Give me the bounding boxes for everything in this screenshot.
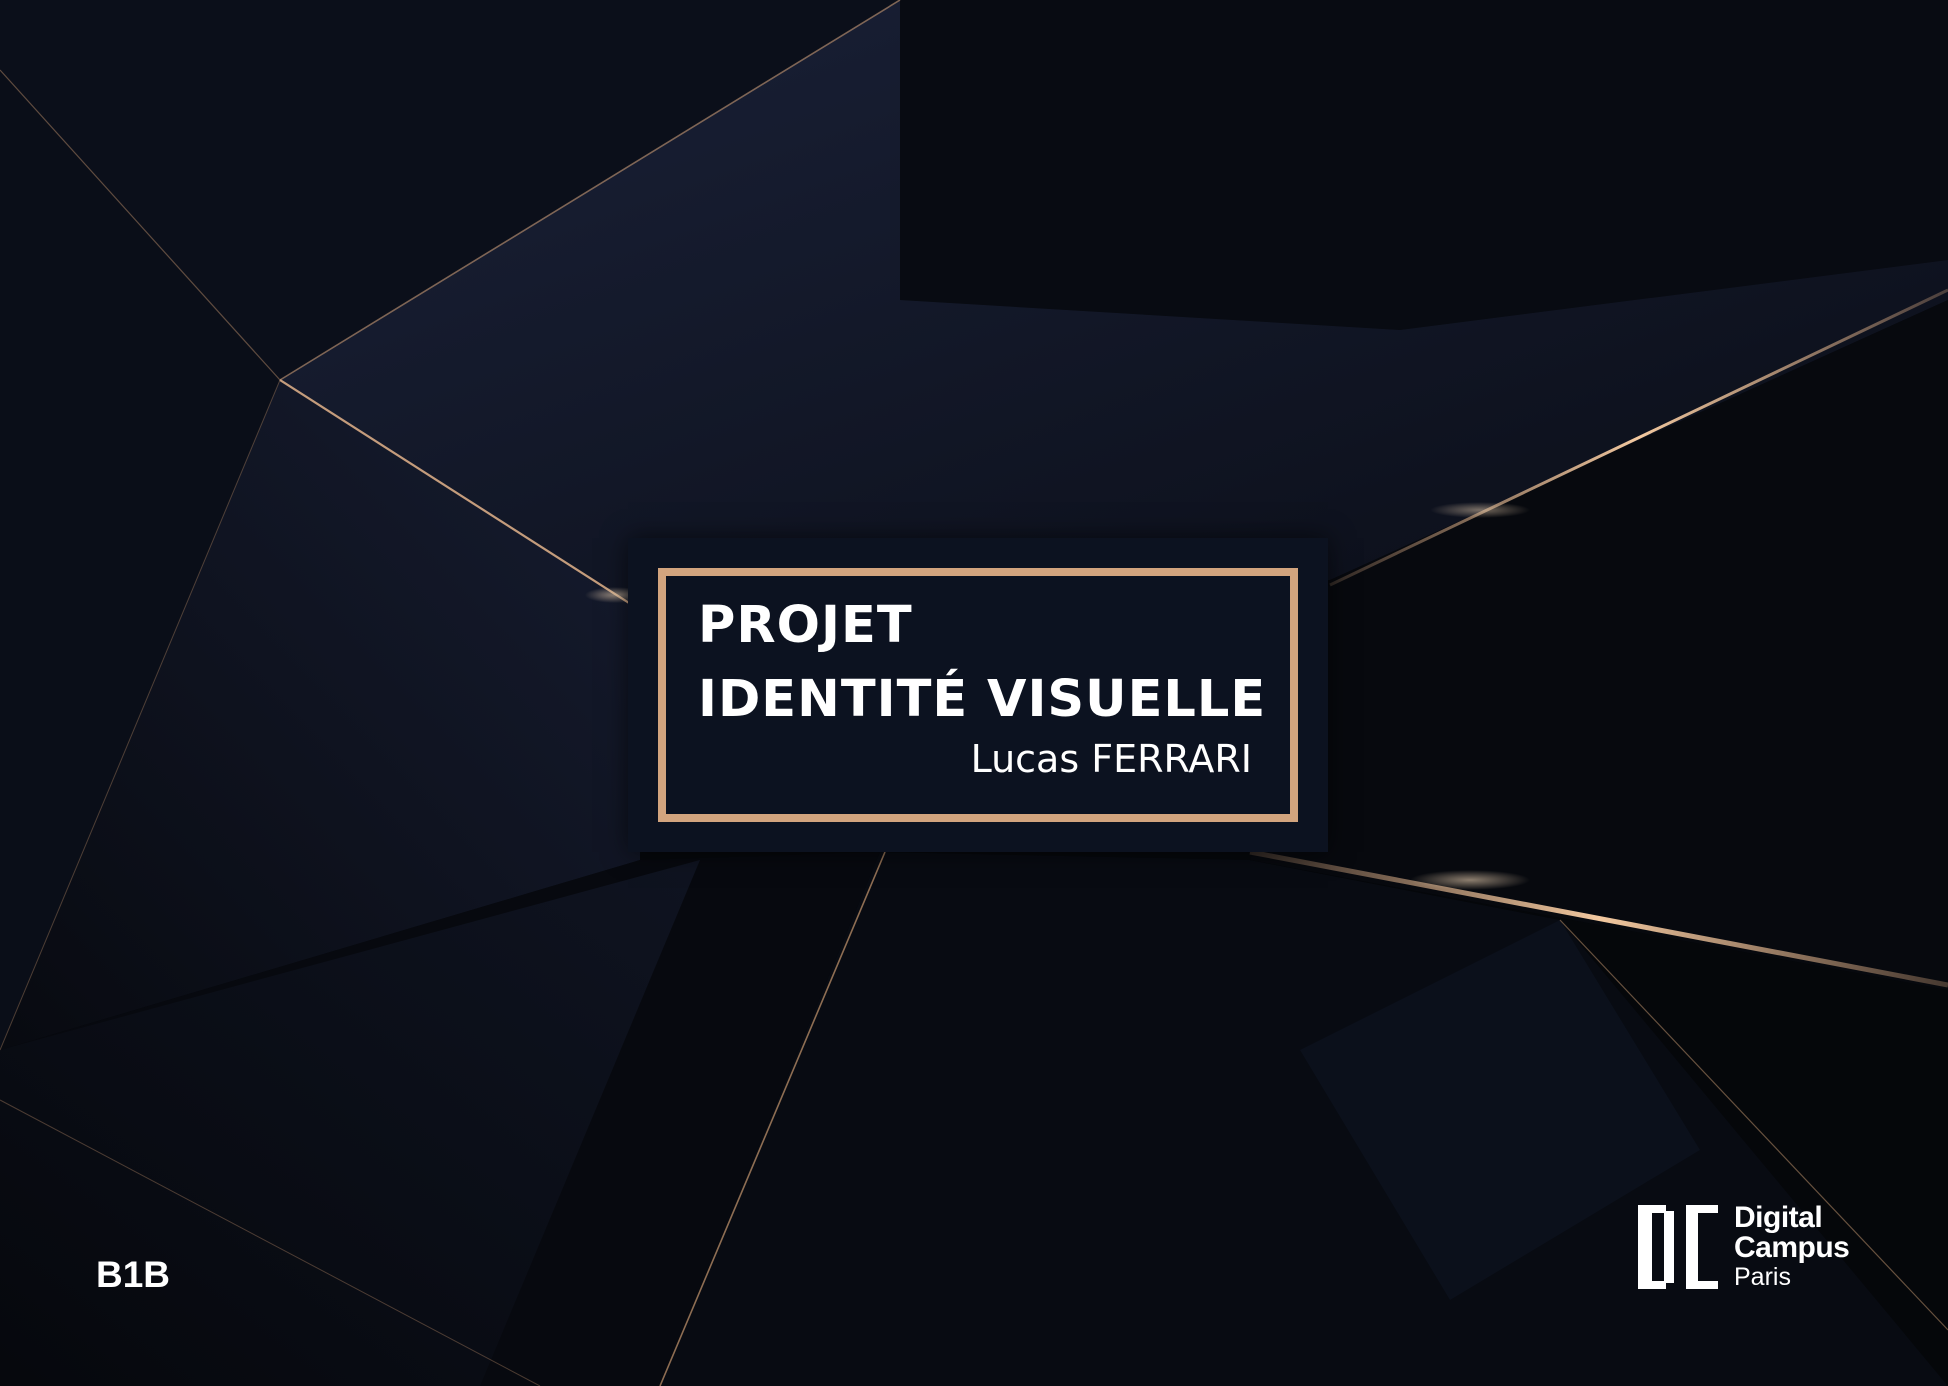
logo-wordmark: Digital Campus Paris xyxy=(1734,1201,1850,1292)
author-last-name: FERRARI xyxy=(1091,737,1252,781)
class-code: B1B xyxy=(96,1254,171,1295)
page-title-line-2: IDENTITÉ VISUELLE xyxy=(698,670,1267,729)
dc-monogram-icon xyxy=(1638,1205,1718,1289)
logo-text-line-2: Campus xyxy=(1734,1231,1850,1264)
logo-text-line-1: Digital xyxy=(1734,1201,1823,1234)
author-name: Lucas FERRARI xyxy=(971,740,1252,778)
author-first-name: Lucas xyxy=(970,737,1080,781)
logo-text-line-3: Paris xyxy=(1734,1263,1791,1291)
page-title-line-1: PROJET xyxy=(698,596,913,655)
cover-page: PROJET IDENTITÉ VISUELLE Lucas FERRARI B… xyxy=(0,0,1948,1386)
digital-campus-logo: Digital Campus Paris xyxy=(1638,1203,1868,1293)
